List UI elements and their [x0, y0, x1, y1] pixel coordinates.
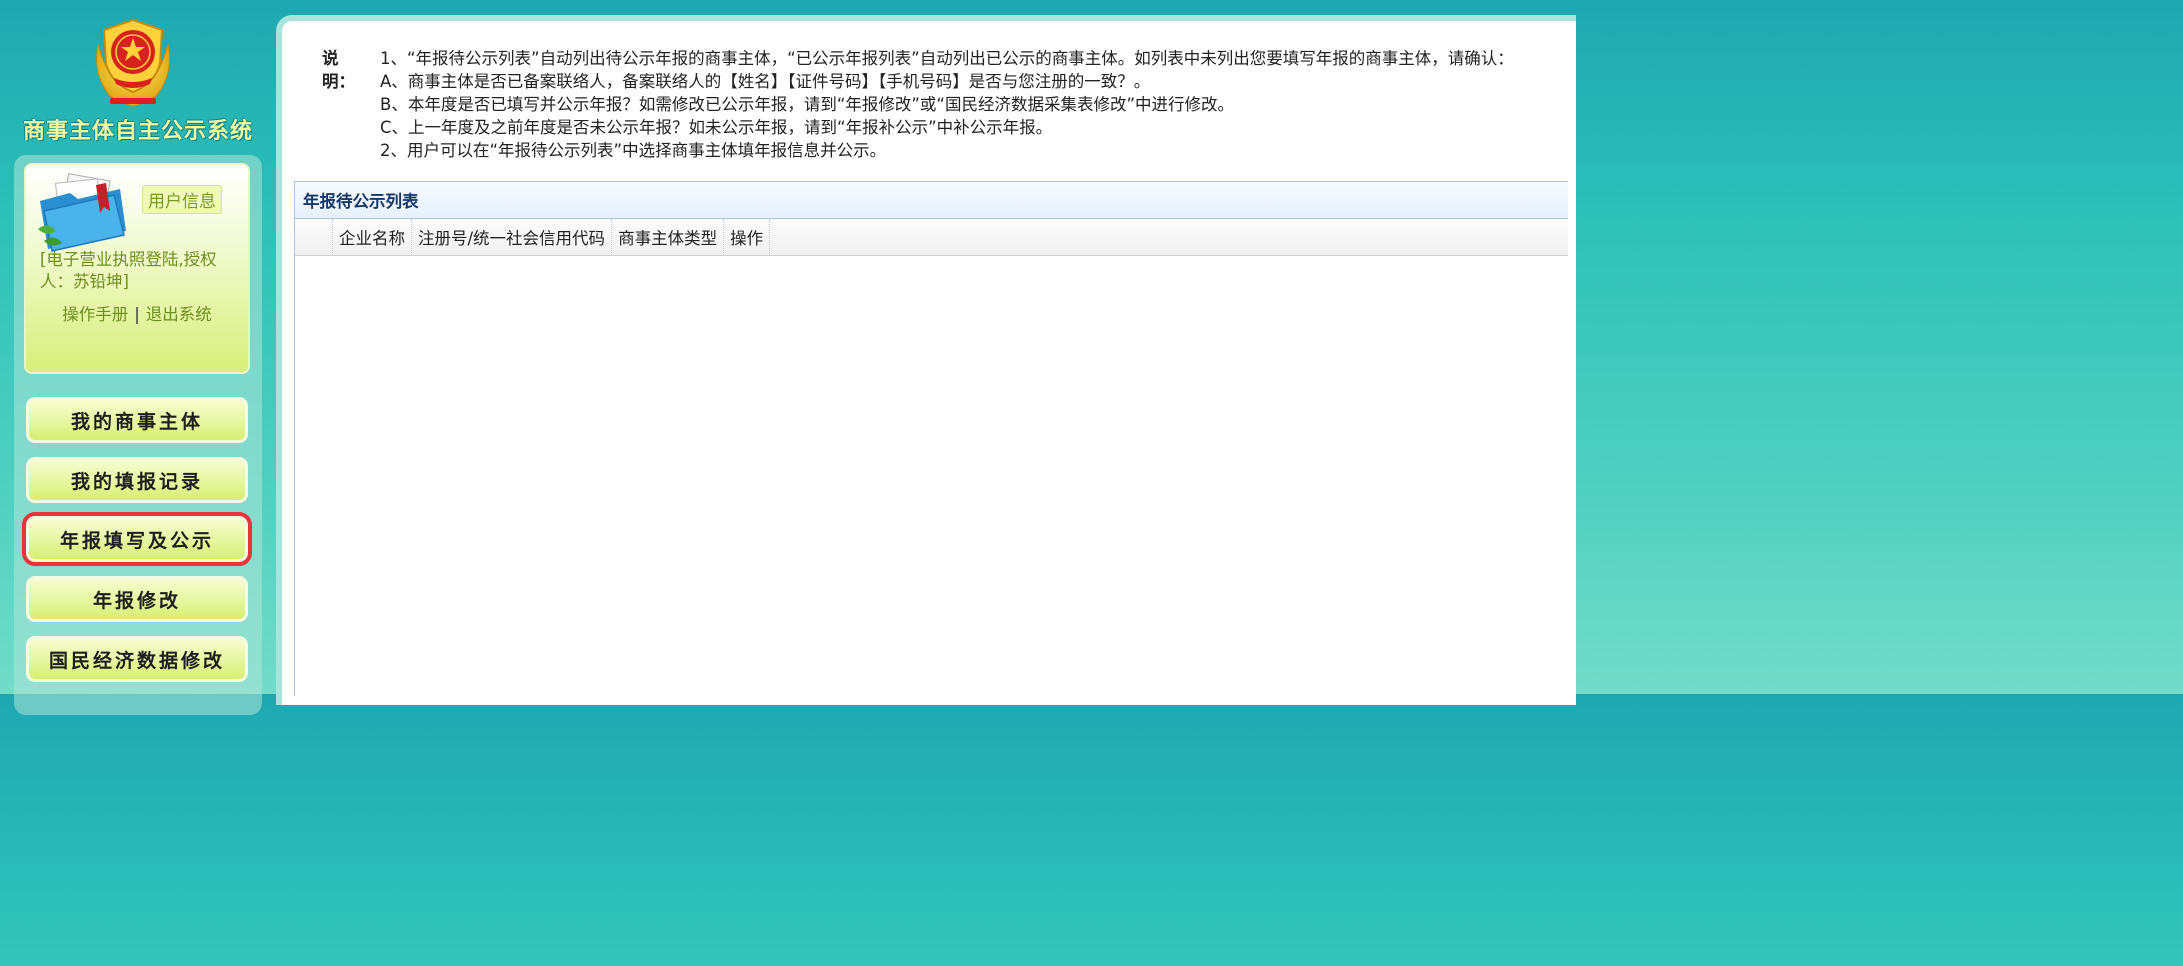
folder-icon: [34, 171, 130, 255]
logout-link[interactable]: 退出系统: [146, 305, 212, 324]
column-header-operation[interactable]: 操作: [724, 219, 771, 255]
nav-annual-report-fill-button[interactable]: 年报填写及公示: [22, 512, 252, 566]
user-info-card: 用户信息 [电子营业执照登陆,授权人：苏铅坤] 操作手册 | 退出系统: [24, 163, 250, 374]
nav-my-entities-button[interactable]: 我的商事主体: [26, 397, 248, 443]
user-links: 操作手册 | 退出系统: [26, 301, 248, 325]
instruction-line: 1、“年报待公示列表”自动列出待公示年报的商事主体，“已公示年报列表”自动列出已…: [380, 49, 1514, 68]
column-header-entity-type[interactable]: 商事主体类型: [612, 219, 725, 255]
instructions-label: 说明：: [322, 49, 355, 91]
nav-annual-report-modify-button[interactable]: 年报修改: [26, 576, 248, 622]
user-name: [电子营业执照登陆,授权人：苏铅坤]: [40, 250, 217, 291]
nav-economic-data-modify-button[interactable]: 国民经济数据修改: [26, 636, 248, 682]
list-title-bar: 年报待公示列表: [294, 181, 1568, 219]
instructions-lines: 1、“年报待公示列表”自动列出待公示年报的商事主体，“已公示年报列表”自动列出已…: [380, 47, 1580, 162]
instruction-line: 2、用户可以在“年报待公示列表”中选择商事主体填年报信息并公示。: [380, 141, 887, 160]
instruction-line: A、商事主体是否已备案联络人，备案联络人的【姓名】【证件号码】【手机号码】是否与…: [380, 72, 1151, 91]
list-title: 年报待公示列表: [303, 192, 419, 211]
link-separator: |: [134, 305, 140, 324]
user-info-tag: 用户信息: [142, 185, 222, 214]
system-title: 商事主体自主公示系统: [22, 119, 253, 144]
column-header-company-name[interactable]: 企业名称: [333, 219, 412, 255]
manual-link[interactable]: 操作手册: [62, 305, 128, 324]
instruction-line: C、上一年度及之前年度是否未公示年报？如未公示年报，请到“年报补公示”中补公示年…: [380, 118, 1053, 137]
table-body: [294, 256, 1568, 696]
column-header-registration-code[interactable]: 注册号/统一社会信用代码: [412, 219, 613, 255]
instruction-line: B、本年度是否已填写并公示年报？如需修改已公示年报，请到“年报修改”或“国民经济…: [380, 95, 1235, 114]
header-select-cell: [295, 219, 333, 255]
national-emblem-icon: [88, 14, 178, 110]
nav-my-records-button[interactable]: 我的填报记录: [26, 457, 248, 503]
table-header: 企业名称 注册号/统一社会信用代码 商事主体类型 操作: [294, 219, 1568, 256]
